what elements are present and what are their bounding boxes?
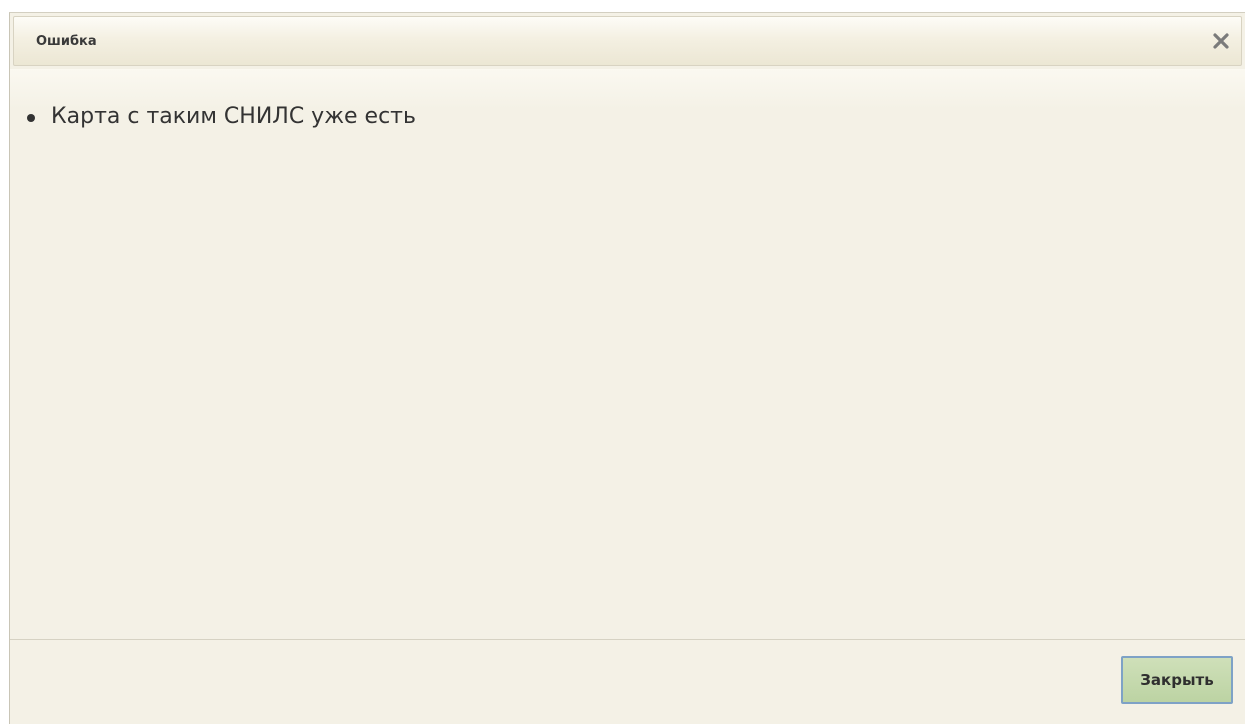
dialog-content: Карта с таким СНИЛС уже есть <box>10 69 1245 638</box>
error-list: Карта с таким СНИЛС уже есть <box>27 103 416 131</box>
dialog-footer: Закрыть <box>10 640 1245 724</box>
error-message: Карта с таким СНИЛС уже есть <box>51 104 416 129</box>
bullet-icon <box>27 114 35 122</box>
dialog-titlebar: Ошибка <box>13 16 1242 66</box>
close-icon[interactable] <box>1209 29 1233 53</box>
dialog-title: Ошибка <box>36 34 97 49</box>
error-dialog: Ошибка Карта с таким СНИЛС уже есть Закр… <box>9 12 1245 724</box>
list-item: Карта с таким СНИЛС уже есть <box>27 103 416 131</box>
close-button[interactable]: Закрыть <box>1121 656 1233 704</box>
